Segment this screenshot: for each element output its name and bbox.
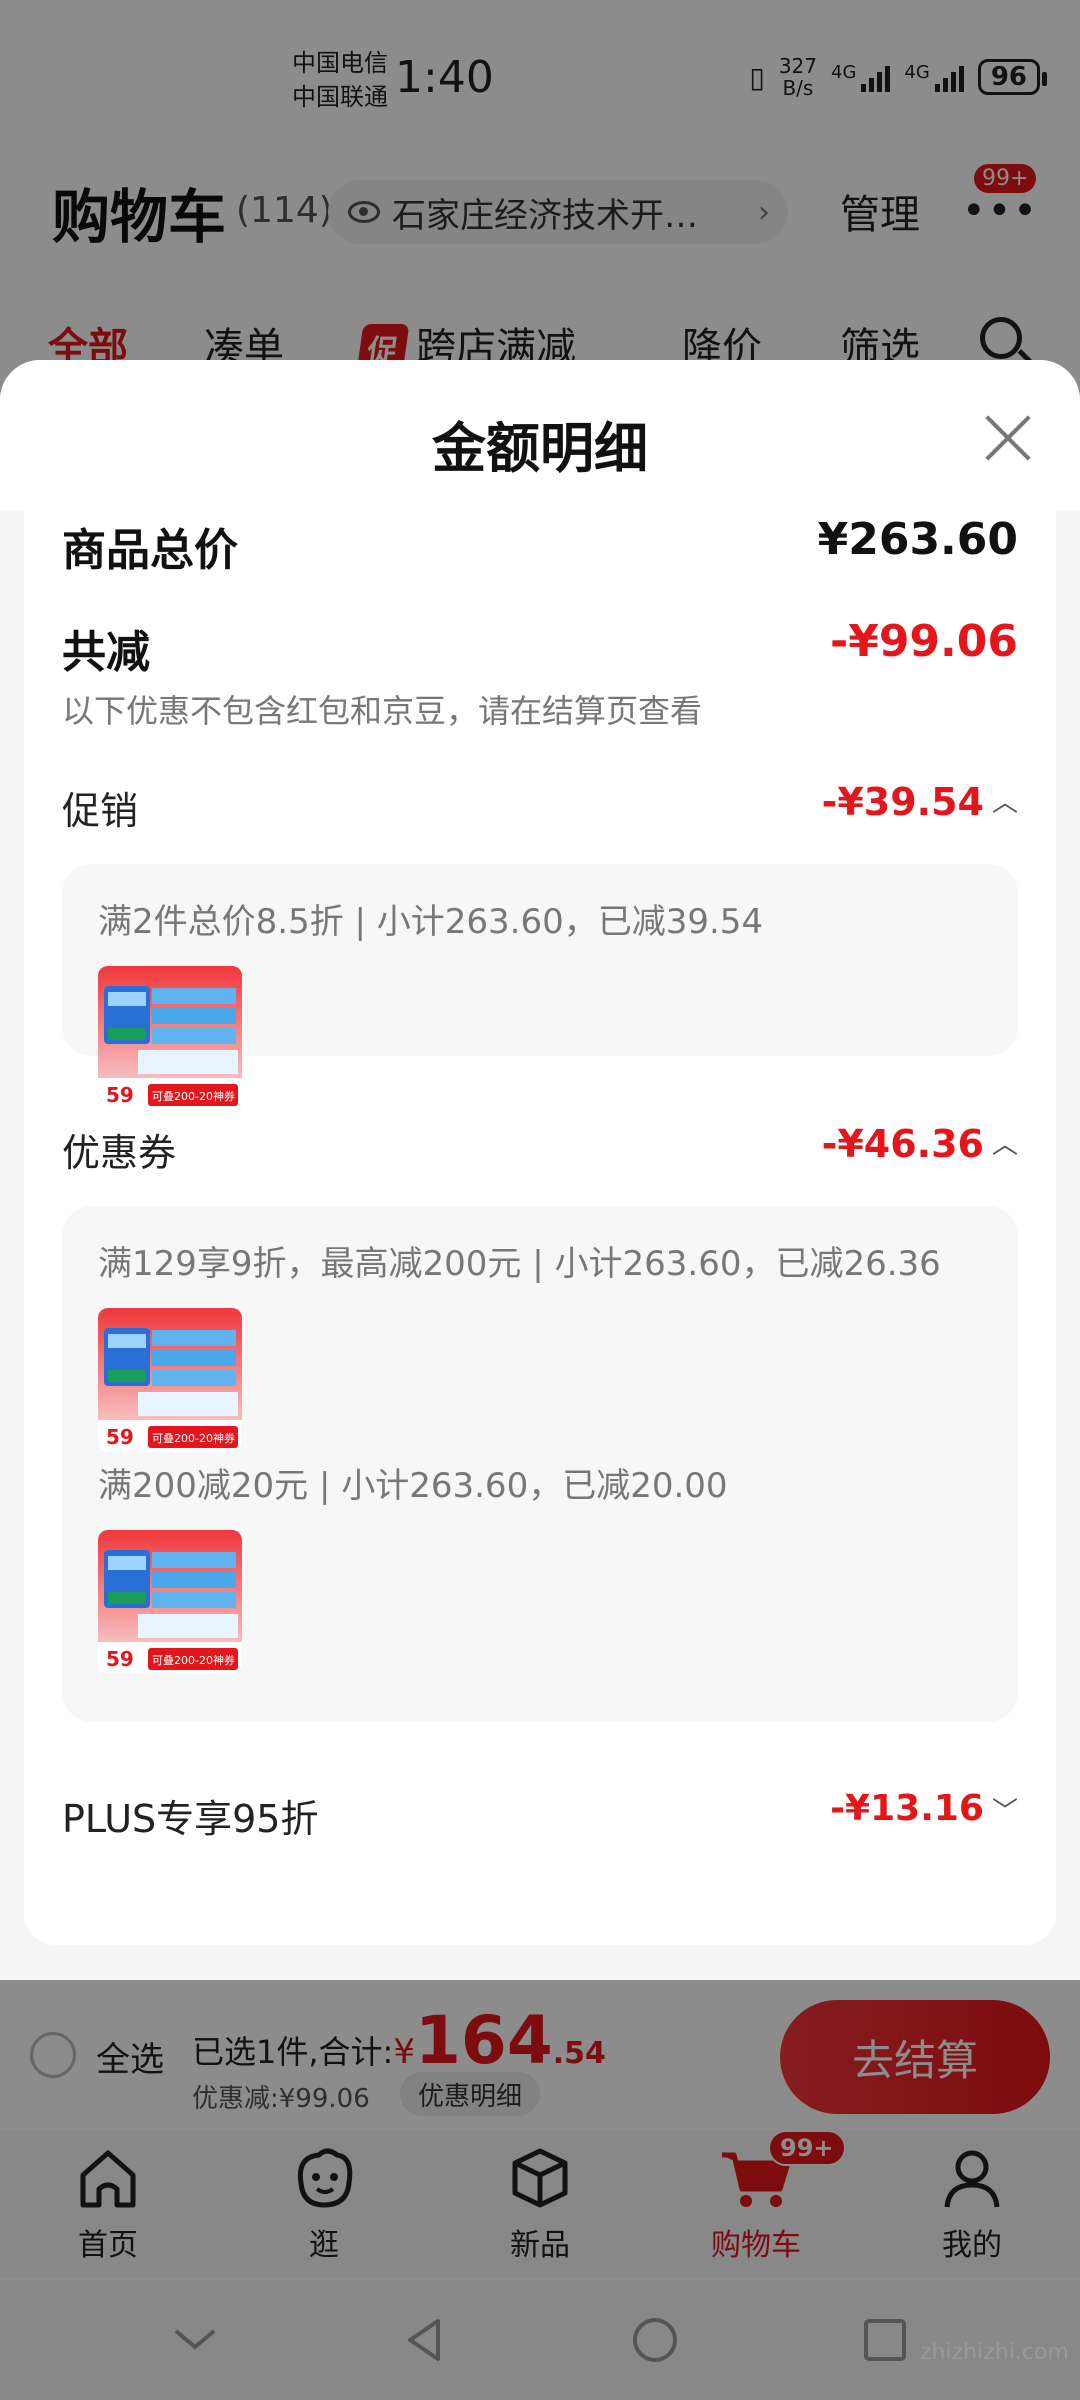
coupon-label: 优惠券	[62, 1131, 177, 1175]
product-thumbnail[interactable]: 59 可叠200-20神券	[98, 1530, 242, 1674]
product-thumbnail[interactable]: 59 可叠200-20神券	[98, 966, 242, 1110]
chevron-down-icon[interactable]: ﹀	[992, 1791, 1018, 1828]
promotion-value: -¥39.54	[821, 780, 984, 824]
svg-text:可叠200-20神券: 可叠200-20神券	[152, 1089, 235, 1103]
coupon-value-group: -¥46.36 ︿	[822, 1122, 1018, 1166]
promotion-detail-box: 满2件总价8.5折 | 小计263.60，已减39.54 59 可叠200-20…	[62, 864, 1018, 1110]
close-icon[interactable]	[978, 410, 1034, 466]
goods-total-row: 商品总价 ¥263.60	[62, 514, 1018, 576]
sheet-header: 金额明细	[0, 360, 1080, 510]
chevron-up-icon[interactable]: ︿	[992, 1124, 1018, 1161]
amount-detail-card: 商品总价 ¥263.60 共减 -¥99.06 以下优惠不包含红包和京豆，请在结…	[24, 510, 1056, 1945]
total-reduce-label: 共减	[62, 627, 150, 678]
svg-text:59: 59	[106, 1083, 134, 1107]
sheet-title: 金额明细	[432, 417, 648, 480]
coupon-rule-2: 满200减20元 | 小计263.60，已减20.00	[98, 1466, 728, 1506]
svg-text:可叠200-20神券: 可叠200-20神券	[152, 1431, 235, 1445]
amount-detail-sheet: 金额明细 商品总价 ¥263.60 共减 -¥99.06 以下优惠不包含红包和京…	[0, 360, 1080, 1980]
svg-text:59: 59	[106, 1647, 134, 1671]
coupon-value: -¥46.36	[821, 1122, 984, 1166]
plus-value: -¥13.16	[830, 1788, 984, 1829]
coupon-rule-1: 满129享9折，最高减200元 | 小计263.60，已减26.36	[98, 1244, 941, 1284]
promotion-value-group: -¥39.54 ︿	[822, 780, 1018, 824]
promotion-label: 促销	[62, 789, 139, 833]
coupon-row[interactable]: 优惠券 -¥46.36 ︿	[62, 1122, 1018, 1178]
total-reduce-value: -¥99.06	[829, 616, 1018, 667]
promotion-row[interactable]: 促销 -¥39.54 ︿	[62, 780, 1018, 836]
watermark: zhizhizhi.com	[920, 2340, 1069, 2365]
svg-text:59: 59	[106, 1425, 134, 1449]
coupon-detail-box: 满129享9折，最高减200元 | 小计263.60，已减26.36 59 可叠…	[62, 1206, 1018, 1722]
svg-text:可叠200-20神券: 可叠200-20神券	[152, 1653, 235, 1667]
promotion-rule: 满2件总价8.5折 | 小计263.60，已减39.54	[98, 902, 764, 942]
goods-total-value: ¥263.60	[817, 514, 1018, 565]
discount-note: 以下优惠不包含红包和京豆，请在结算页查看	[62, 692, 703, 730]
plus-row[interactable]: PLUS专享95折 -¥13.16 ﹀	[62, 1788, 1018, 1844]
total-reduce-row: 共减 -¥99.06	[62, 616, 1018, 678]
goods-total-label: 商品总价	[62, 525, 238, 576]
plus-label: PLUS专享95折	[62, 1797, 319, 1841]
chevron-up-icon[interactable]: ︿	[992, 782, 1018, 819]
plus-value-group: -¥13.16 ﹀	[830, 1788, 1018, 1829]
product-thumbnail[interactable]: 59 可叠200-20神券	[98, 1308, 242, 1452]
note-row: 以下优惠不包含红包和京豆，请在结算页查看	[62, 686, 1018, 730]
